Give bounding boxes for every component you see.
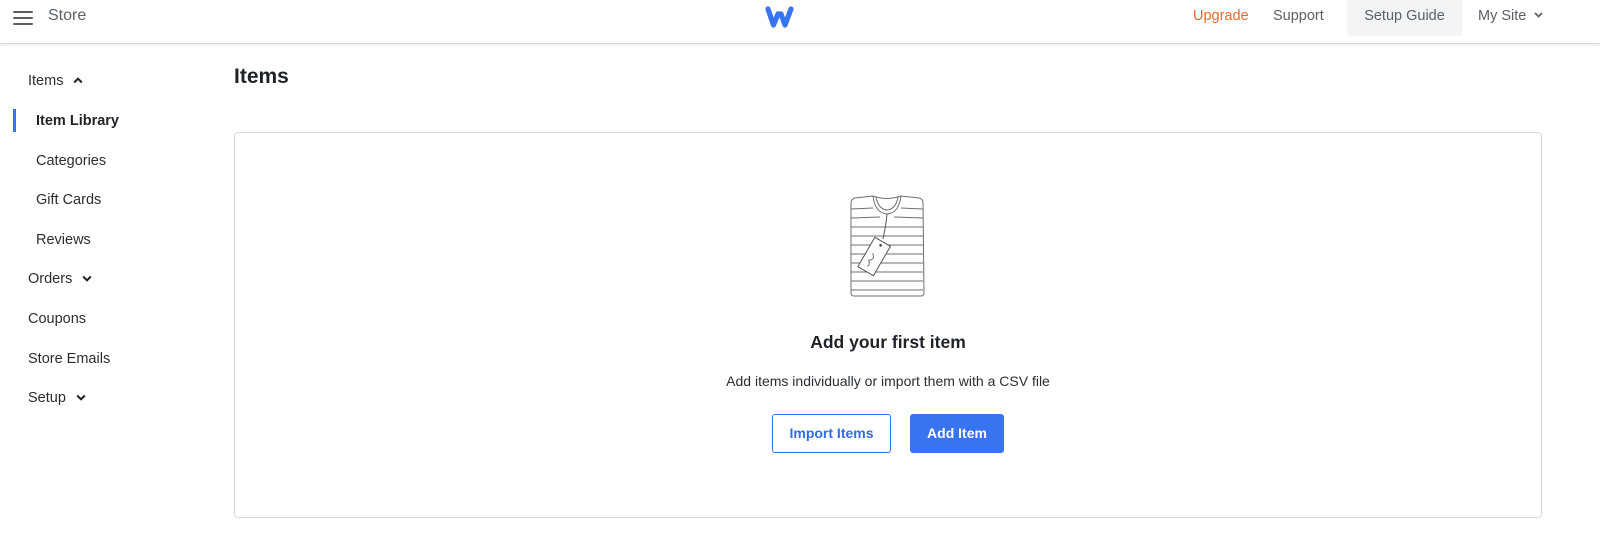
upgrade-link[interactable]: Upgrade: [1193, 0, 1249, 36]
sidebar-item-setup[interactable]: Setup: [28, 388, 86, 408]
sidebar-item-gift-cards[interactable]: Gift Cards: [36, 190, 101, 210]
top-bar: Store Upgrade Support Setup Guide My Sit…: [0, 0, 1600, 44]
chevron-down-icon: [76, 394, 86, 401]
hamburger-menu-icon[interactable]: [13, 9, 33, 25]
folded-shirt-icon: [850, 195, 925, 297]
support-link[interactable]: Support: [1273, 0, 1324, 36]
sidebar-item-reviews[interactable]: Reviews: [36, 230, 91, 250]
app-title: Store: [48, 7, 87, 24]
sidebar-item-orders[interactable]: Orders: [28, 269, 92, 289]
sidebar-item-items[interactable]: Items: [28, 71, 83, 91]
setup-guide-button[interactable]: Setup Guide: [1347, 0, 1462, 36]
active-indicator: [13, 109, 16, 132]
empty-state-title: Add your first item: [810, 332, 966, 352]
empty-state-card: Add your first item Add items individual…: [234, 132, 1542, 518]
import-items-button[interactable]: Import Items: [772, 414, 891, 453]
empty-state-description: Add items individually or import them wi…: [726, 373, 1050, 389]
sidebar-item-label: Orders: [28, 271, 73, 287]
sidebar-item-coupons[interactable]: Coupons: [28, 309, 86, 329]
sidebar-item-label: Items: [28, 73, 64, 89]
sidebar-item-label: Setup: [28, 390, 66, 406]
sidebar-item-item-library[interactable]: Item Library: [36, 111, 119, 131]
page-title: Items: [234, 65, 289, 88]
add-item-button[interactable]: Add Item: [910, 414, 1004, 453]
chevron-down-icon: [82, 275, 92, 282]
chevron-down-icon: [1534, 12, 1544, 18]
sidebar-item-categories[interactable]: Categories: [36, 151, 106, 171]
weebly-logo-icon[interactable]: [764, 3, 798, 31]
my-site-dropdown[interactable]: My Site: [1478, 0, 1544, 36]
my-site-label: My Site: [1478, 8, 1527, 24]
chevron-up-icon: [73, 77, 83, 84]
sidebar-item-store-emails[interactable]: Store Emails: [28, 349, 110, 369]
